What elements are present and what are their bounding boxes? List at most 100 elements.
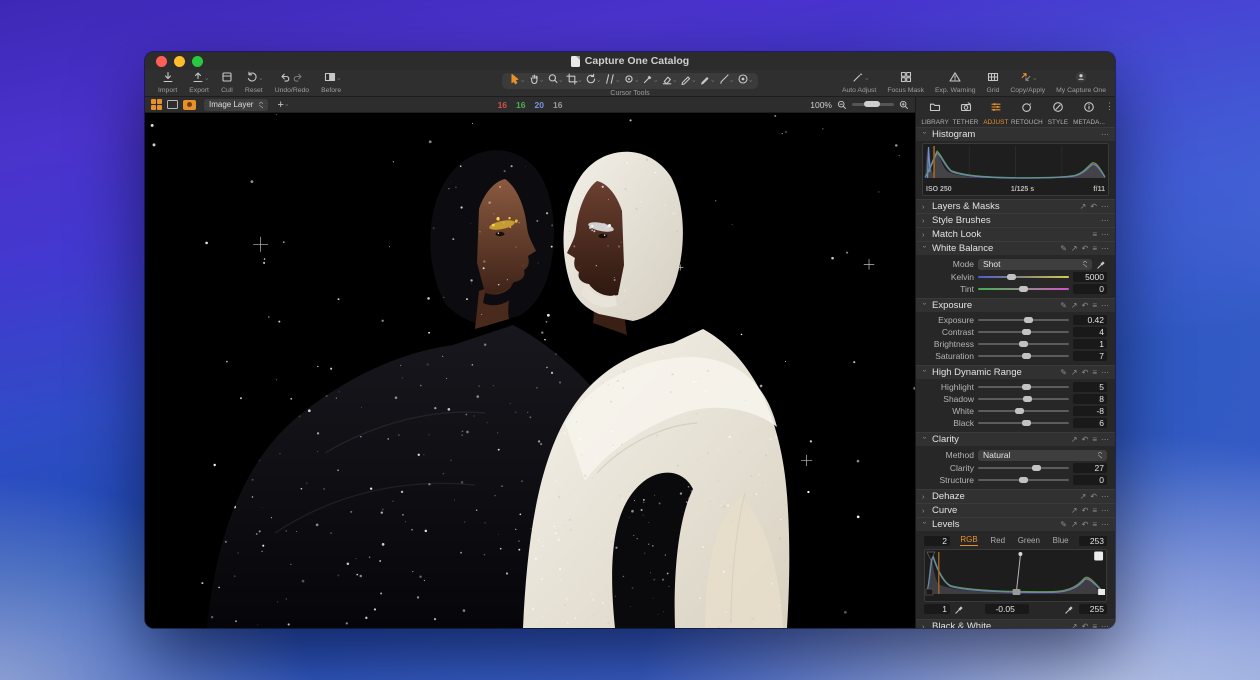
tab-metadata[interactable]: METADA... [1073, 100, 1105, 126]
tb-left-before-button[interactable]: ›Before [316, 71, 346, 94]
undo-icon[interactable]: ↶ [1082, 623, 1089, 629]
pen-icon[interactable]: ✎ [1060, 521, 1067, 529]
section-header-clarity[interactable]: ›Clarity↗↶≡⋯ [916, 432, 1115, 446]
more-icon[interactable]: ⋯ [1101, 623, 1109, 629]
levels-highlight-output[interactable]: 255 [1079, 604, 1107, 614]
highlight-slider-handle[interactable] [1022, 384, 1031, 390]
cursor-tool-select[interactable]: › [507, 73, 525, 89]
exposure-slider-handle[interactable] [1024, 317, 1033, 323]
panel-overflow-menu[interactable]: ⋮ [1105, 100, 1113, 110]
levels-channel-green[interactable]: Green [1018, 536, 1040, 546]
section-header-style-brushes[interactable]: ›Style Brushes⋯ [916, 213, 1115, 227]
cursor-tool-erase[interactable]: › [659, 73, 677, 89]
levels-midtone-value[interactable]: -0.05 [985, 604, 1029, 614]
undo-icon[interactable]: ↶ [1090, 493, 1097, 501]
section-header-layers-masks[interactable]: ›Layers & Masks↗↶⋯ [916, 199, 1115, 213]
levels-channel-blue[interactable]: Blue [1053, 536, 1069, 546]
white-slider[interactable] [978, 406, 1069, 416]
exposure-value[interactable]: 0.42 [1073, 315, 1107, 325]
cursor-tool-pan[interactable]: › [526, 73, 544, 89]
shadow-picker-icon[interactable] [954, 604, 965, 615]
tb-right-grid-button[interactable]: Grid [982, 71, 1005, 94]
zoom-slider[interactable] [852, 103, 894, 106]
more-icon[interactable]: ⋯ [1101, 436, 1109, 444]
tint-slider-handle[interactable] [1019, 286, 1028, 292]
photo-canvas[interactable] [145, 113, 915, 628]
cursor-tool-spot-removal[interactable]: › [621, 73, 639, 89]
section-header-black-white[interactable]: ›Black & White↗↶≡⋯ [916, 619, 1115, 628]
tb-left-undo-redo-button[interactable]: Undo/Redo [270, 71, 314, 94]
structure-value[interactable]: 0 [1073, 475, 1107, 485]
close-button[interactable] [156, 56, 167, 67]
tint-value[interactable]: 0 [1073, 284, 1107, 294]
more-icon[interactable]: ⋯ [1101, 493, 1109, 501]
cursor-tool-draw-mask[interactable]: › [678, 73, 696, 89]
cursor-tool-heal[interactable]: › [640, 73, 658, 89]
levels-channel-rgb[interactable]: RGB [960, 535, 977, 546]
tb-right-copy-apply-button[interactable]: ›Copy/Apply [1005, 71, 1050, 94]
copy-icon[interactable]: ↗ [1080, 493, 1087, 501]
shadow-slider[interactable] [978, 394, 1069, 404]
contrast-value[interactable]: 4 [1073, 327, 1107, 337]
section-header-histogram[interactable]: ›Histogram⋯ [916, 127, 1115, 141]
pen-icon[interactable]: ✎ [1060, 369, 1067, 377]
tab-adjust[interactable]: ADJUST [981, 100, 1011, 126]
menu-icon[interactable]: ≡ [1092, 436, 1097, 444]
undo-icon[interactable]: ↶ [1082, 521, 1089, 529]
kelvin-slider[interactable] [978, 272, 1069, 282]
section-header-white-balance[interactable]: ›White Balance✎↗↶≡⋯ [916, 241, 1115, 255]
more-icon[interactable]: ⋯ [1101, 245, 1109, 253]
more-icon[interactable]: ⋯ [1101, 231, 1109, 239]
levels-shadow-input[interactable]: 2 [924, 536, 950, 546]
saturation-slider[interactable] [978, 351, 1069, 361]
zoom-button[interactable] [192, 56, 203, 67]
tb-left-reset-button[interactable]: ›Reset [240, 71, 268, 94]
more-icon[interactable]: ⋯ [1101, 521, 1109, 529]
section-header-exposure[interactable]: ›Exposure✎↗↶≡⋯ [916, 298, 1115, 312]
tab-tether[interactable]: TETHER [950, 100, 980, 126]
brightness-slider[interactable] [978, 339, 1069, 349]
section-header-dehaze[interactable]: ›Dehaze↗↶⋯ [916, 489, 1115, 503]
exposure-slider[interactable] [978, 315, 1069, 325]
copy-icon[interactable]: ↗ [1071, 521, 1078, 529]
levels-graph[interactable] [924, 549, 1107, 602]
contrast-slider[interactable] [978, 327, 1069, 337]
kelvin-value[interactable]: 5000 [1073, 272, 1107, 282]
more-icon[interactable]: ⋯ [1101, 369, 1109, 377]
tab-style[interactable]: STYLE [1043, 100, 1073, 126]
cursor-tool-loupe[interactable]: › [545, 73, 563, 89]
proof-view-icon[interactable] [183, 100, 196, 110]
tb-right-auto-adjust-button[interactable]: ›Auto Adjust [837, 71, 881, 94]
copy-icon[interactable]: ↗ [1071, 507, 1078, 515]
undo-icon[interactable]: ↶ [1090, 203, 1097, 211]
menu-icon[interactable]: ≡ [1092, 507, 1097, 515]
white-balance-picker-icon[interactable] [1096, 259, 1107, 270]
tb-right-my-capture-one-button[interactable]: My Capture One [1051, 71, 1111, 94]
saturation-slider-handle[interactable] [1022, 353, 1031, 359]
white-value[interactable]: -8 [1073, 406, 1107, 416]
copy-icon[interactable]: ↗ [1071, 623, 1078, 629]
structure-slider[interactable] [978, 475, 1069, 485]
white-slider-handle[interactable] [1015, 408, 1024, 414]
more-icon[interactable]: ⋯ [1101, 217, 1109, 225]
shadow-slider-handle[interactable] [1023, 396, 1032, 402]
more-icon[interactable]: ⋯ [1101, 302, 1109, 310]
layer-selector[interactable]: Image Layer [204, 99, 268, 111]
tb-right-exp-warning-button[interactable]: Exp. Warning [930, 71, 981, 94]
tb-right-focus-mask-button[interactable]: Focus Mask [882, 71, 929, 94]
clarity-method-select[interactable]: Natural [978, 450, 1107, 461]
cursor-tool-crop[interactable]: › [564, 73, 582, 89]
tab-library[interactable]: LIBRARY [920, 100, 950, 126]
copy-icon[interactable]: ↗ [1071, 245, 1078, 253]
shadow-value[interactable]: 8 [1073, 394, 1107, 404]
more-icon[interactable]: ⋯ [1101, 131, 1109, 139]
pen-icon[interactable]: ✎ [1060, 245, 1067, 253]
menu-icon[interactable]: ≡ [1092, 245, 1097, 253]
black-slider[interactable] [978, 418, 1069, 428]
structure-slider-handle[interactable] [1019, 477, 1028, 483]
zoom-out-icon[interactable] [837, 100, 847, 110]
cursor-tool-rotate[interactable]: › [583, 73, 601, 89]
section-header-match-look[interactable]: ›Match Look≡⋯ [916, 227, 1115, 241]
highlight-value[interactable]: 5 [1073, 382, 1107, 392]
undo-icon[interactable]: ↶ [1082, 369, 1089, 377]
